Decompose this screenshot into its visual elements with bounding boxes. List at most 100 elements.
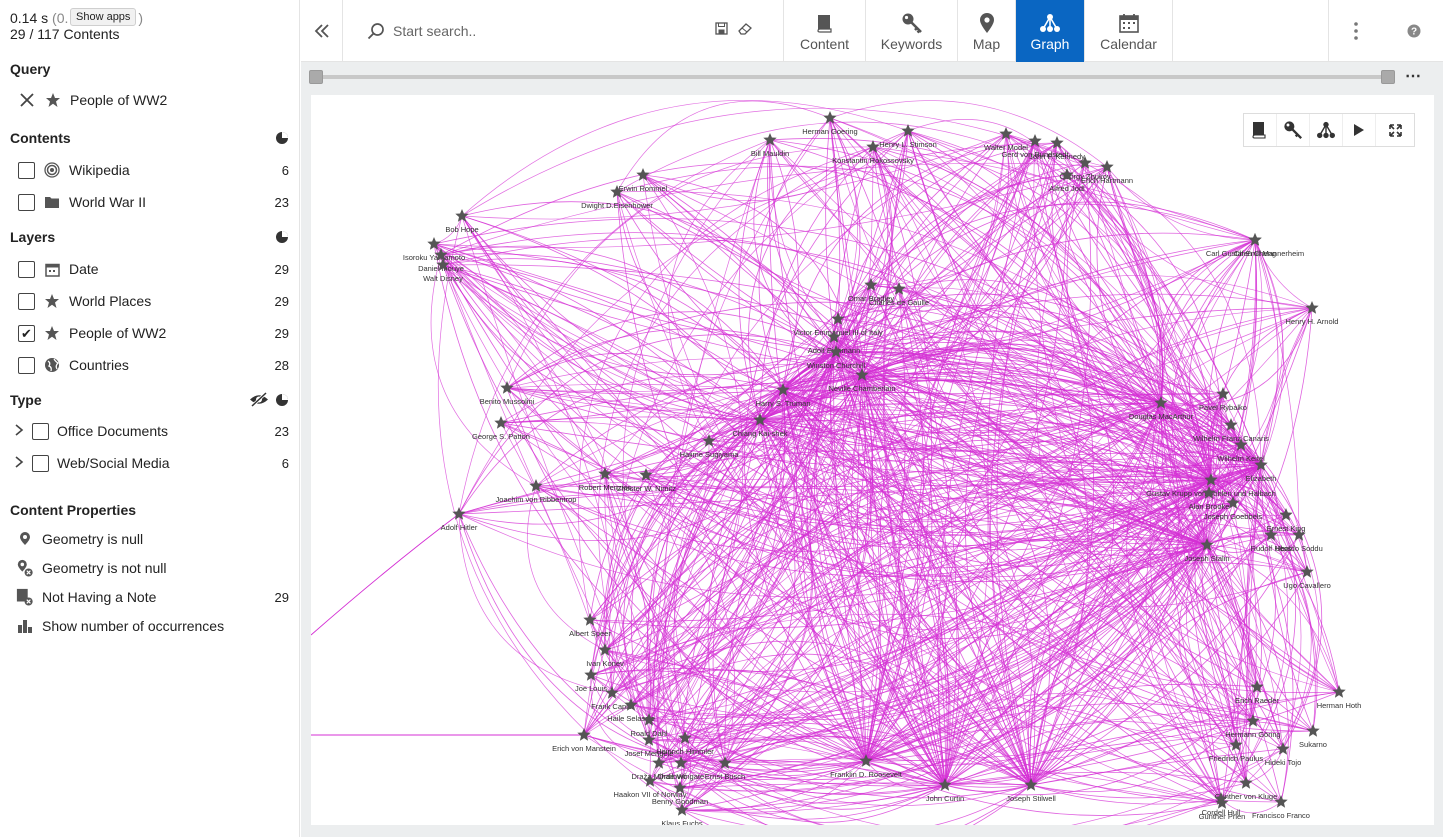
main-area: ⋯ Herman Goering Bill Mauldin Henry L. Sti… [301,62,1443,837]
tab-map[interactable]: Map [957,0,1015,62]
graph-node-label: Hideki Tojo [1265,758,1302,767]
search-input[interactable] [393,23,693,39]
property-geometry-not-null[interactable]: Geometry is not null [16,556,289,580]
calendar-icon [1118,10,1139,36]
graph-node-label: Heinrich Himmler [656,747,714,756]
eye-slash-icon[interactable] [249,392,269,407]
star-icon[interactable] [1300,565,1314,578]
checkbox[interactable] [18,260,35,278]
graph-icon [1039,10,1061,36]
star-icon[interactable] [1239,776,1253,789]
graph-icon[interactable] [1310,114,1343,146]
graph-node-label: Benito Mussolini [480,397,535,406]
collapse-sidebar-icon[interactable] [301,0,343,62]
tab-keywords[interactable]: Keywords [865,0,957,62]
checkbox[interactable] [18,292,35,310]
star-icon [43,292,61,310]
more-menu-icon[interactable] [1328,0,1382,62]
tab-calendar[interactable]: Calendar [1084,0,1173,62]
graph-node-label: Hajime Sugiyama [680,450,740,459]
slider-track [315,75,1389,79]
chevron-right-icon[interactable] [14,455,28,472]
layer-item-people-of-ww2[interactable]: ✔ People of WW2 29 [18,321,289,345]
graph-node[interactable]: George S. Patton [472,416,530,441]
checkbox[interactable] [18,356,35,374]
checkbox[interactable] [32,454,49,472]
graph-edge [311,513,584,736]
graph-node-label: Erich von Manstein [552,744,616,753]
content-properties-title: Content Properties [10,502,137,518]
property-geometry-null[interactable]: Geometry is null [16,527,289,551]
graph-node[interactable]: Herman Hoth [1317,685,1362,710]
contents-item-world-war-ii[interactable]: World War II 23 [18,190,289,214]
graph-node[interactable]: Erich von Manstein [552,728,616,753]
graph-node-label: Henry L. Stimson [879,140,937,149]
graph-node-label: Adolf Hitler [441,523,478,532]
search-tools [715,22,754,35]
graph-node[interactable]: Bob Hope [445,209,479,234]
save-icon[interactable] [715,22,728,35]
graph-node-label: Sukarno [1299,740,1327,749]
star-icon[interactable] [583,613,597,626]
graph-node[interactable]: Chester W. Nimitz [616,468,676,493]
graph-node-label: Douglas MacArthur [1129,412,1194,421]
network-graph[interactable]: Herman Goering Bill Mauldin Henry L. Stims… [311,95,1434,825]
slider-handle-start[interactable] [309,70,323,84]
tab-content[interactable]: Content [783,0,865,62]
graph-node[interactable]: Erwin Rommel [619,168,668,193]
layer-item-countries[interactable]: Countries 28 [18,353,289,377]
pie-chart-icon[interactable] [275,393,289,407]
star-icon [43,324,61,342]
layer-item-world-places[interactable]: World Places 29 [18,289,289,313]
pie-chart-icon[interactable] [275,131,289,145]
key-icon [901,10,923,36]
timeline-slider[interactable] [309,70,1395,84]
graph-node-label: Dwight D.Eisenhower [581,201,653,210]
graph-node-label: Wilhelm Keitel [1217,454,1265,463]
graph-node-label: Erwin Rommel [619,184,668,193]
graph-node-label: John Curtin [926,794,964,803]
checkbox[interactable] [18,161,35,179]
graph-node-label: John F. Kennedy [1029,152,1085,161]
folder-icon [43,193,61,211]
graph-node-label: Erich Raeder [1235,696,1279,705]
chevron-right-icon[interactable] [14,423,28,440]
checkbox[interactable] [18,193,35,211]
contents-item-wikipedia[interactable]: Wikipedia 6 [18,158,289,182]
query-section-title: Query [10,61,51,77]
graph-node-label: Konstantin Rokossovsky [832,156,914,165]
calendar-icon [43,260,61,278]
play-icon[interactable] [1343,114,1376,146]
book-icon[interactable] [1244,114,1277,146]
property-show-occurrences[interactable]: Show number of occurrences [16,614,289,638]
query-item[interactable]: People of WW2 [18,88,289,112]
graph-node-label: Henry H. Arnold [1286,317,1339,326]
property-not-having-note[interactable]: Not Having a Note 29 [16,585,289,609]
slider-handle-end[interactable] [1381,70,1395,84]
checkbox[interactable] [32,422,49,440]
graph-node[interactable]: Sukarno [1299,724,1327,749]
eraser-icon[interactable] [738,22,754,35]
pie-chart-icon[interactable] [275,230,289,244]
expand-icon[interactable] [1376,114,1414,146]
help-icon[interactable]: ? [1405,22,1423,40]
graph-node[interactable]: Herman Goering [802,111,858,136]
type-item-office-documents[interactable]: Office Documents 23 [15,419,289,443]
graph-node-label: Joseph Stilwell [1006,794,1056,803]
remove-query-icon[interactable] [18,91,36,109]
graph-node-label: Ivan Konev [586,659,624,668]
type-item-web-social-media[interactable]: Web/Social Media 6 [15,451,289,475]
checkbox-checked[interactable]: ✔ [18,324,35,342]
graph-node-label: Chester W. Nimitz [616,484,676,493]
graph-toolbar [1243,113,1415,147]
layer-item-date[interactable]: Date 29 [18,257,289,281]
graph-node-label: Franklin D. Roosevelt [830,770,903,779]
key-icon[interactable] [1277,114,1310,146]
more-options-icon[interactable]: ⋯ [1405,66,1422,86]
tab-graph[interactable]: Graph [1015,0,1084,62]
graph-canvas[interactable]: Herman Goering Bill Mauldin Henry L. Stims… [311,95,1434,825]
graph-node[interactable]: Hideki Tojo [1265,742,1302,767]
star-icon[interactable] [455,209,469,222]
graph-node[interactable]: Erich Raeder [1235,680,1279,705]
graph-node-label: Winston Churchill [807,361,866,370]
